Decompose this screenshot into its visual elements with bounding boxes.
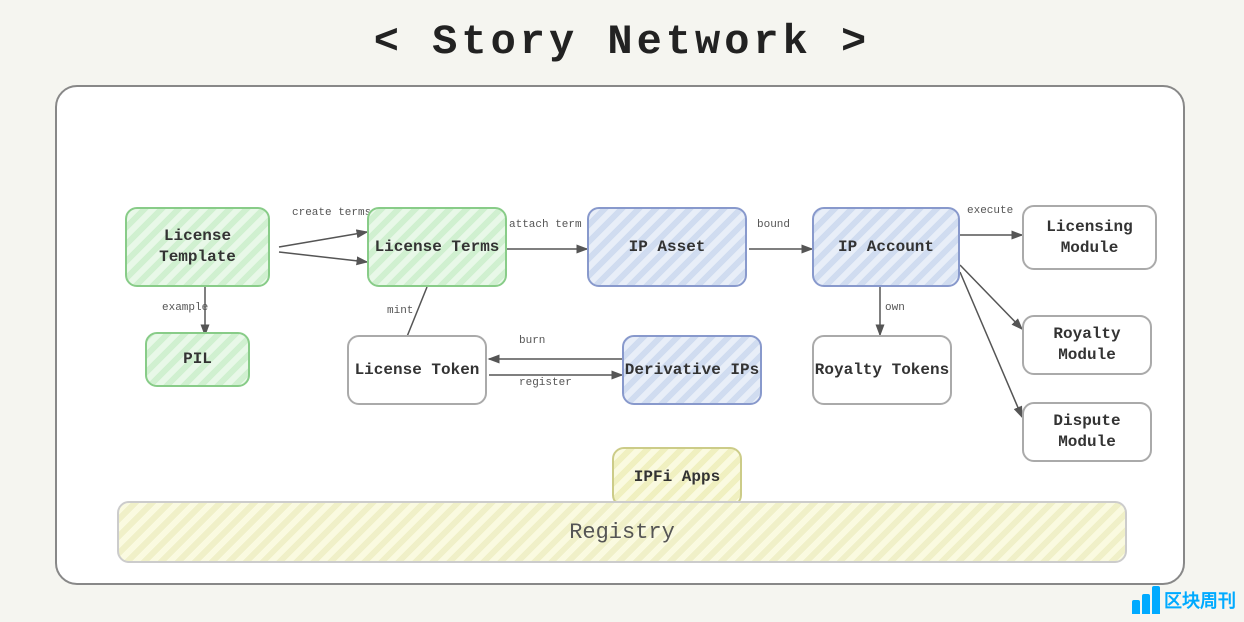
diagram-area: create terms attach term bound execute e… (57, 87, 1183, 507)
bar-2 (1142, 594, 1150, 614)
label-attach-term: attach term (509, 219, 582, 231)
node-ip-account: IP Account (812, 207, 960, 287)
watermark-bars (1132, 586, 1160, 614)
page-title: < Story Network > (0, 0, 1244, 76)
watermark: 区块周刊 (1132, 586, 1236, 614)
label-register: register (519, 377, 572, 389)
registry-bar: Registry (117, 501, 1127, 563)
label-example: example (162, 302, 208, 314)
label-burn: burn (519, 335, 545, 347)
node-license-template: License Template (125, 207, 270, 287)
node-dispute-module: Dispute Module (1022, 402, 1152, 462)
node-pil: PIL (145, 332, 250, 387)
bar-1 (1132, 600, 1140, 614)
main-container: create terms attach term bound execute e… (55, 85, 1185, 585)
watermark-text: 区块周刊 (1164, 587, 1236, 613)
node-royalty-module: Royalty Module (1022, 315, 1152, 375)
label-execute: execute (967, 205, 1013, 217)
node-ip-asset: IP Asset (587, 207, 747, 287)
label-bound: bound (757, 219, 790, 231)
node-ipfi-apps: IPFi Apps (612, 447, 742, 507)
node-licensing-module: Licensing Module (1022, 205, 1157, 270)
label-mint: mint (387, 305, 413, 317)
label-own: own (885, 302, 905, 314)
node-derivative-ips: Derivative IPs (622, 335, 762, 405)
node-royalty-tokens: Royalty Tokens (812, 335, 952, 405)
arrows-svg (57, 87, 1183, 507)
bar-3 (1152, 586, 1160, 614)
label-create-terms: create terms (292, 207, 371, 219)
node-license-terms: License Terms (367, 207, 507, 287)
node-license-token: License Token (347, 335, 487, 405)
